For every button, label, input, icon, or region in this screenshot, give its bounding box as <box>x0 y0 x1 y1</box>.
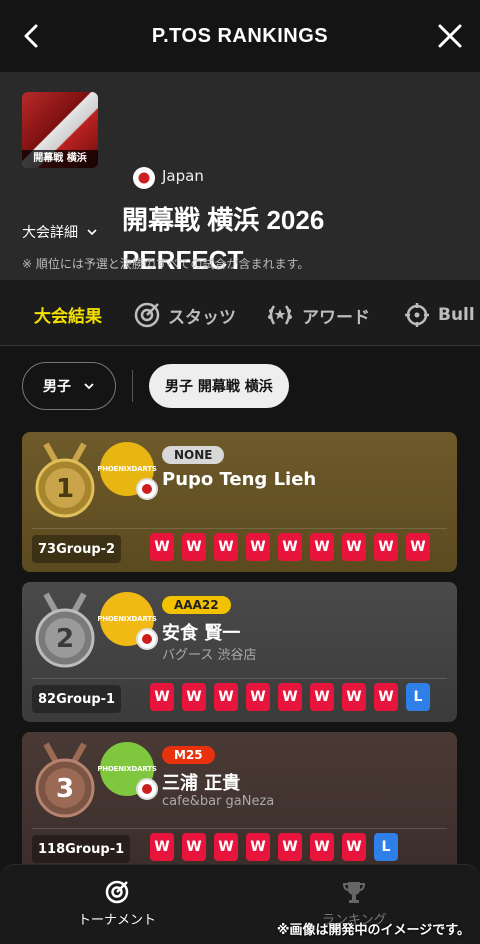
bottom-nav: トーナメント ランキング ※画像は開発中のイメージです。 <box>0 864 480 944</box>
card-divider <box>32 678 447 679</box>
thumbnail-caption: 開幕戦 横浜 <box>22 150 98 168</box>
filter-row: 男子 男子 開幕戦 横浜 <box>22 362 289 410</box>
result-win: W <box>342 683 366 711</box>
gender-dropdown[interactable]: 男子 <box>22 362 116 410</box>
shop-name: cafe&bar gaNeza <box>162 794 275 809</box>
result-loss: L <box>406 683 430 711</box>
page-title: P.TOS RANKINGS <box>151 24 329 47</box>
result-win: W <box>182 683 206 711</box>
shop-logo: PHOENIXDARTS <box>97 742 158 800</box>
trophy-icon <box>343 882 366 903</box>
gold-medal-icon: 1 <box>35 442 95 518</box>
top-bar: P.TOS RANKINGS <box>0 0 480 72</box>
ranking-card[interactable]: 3 PHOENIXDARTS M25 三浦 正貴 cafe&bar gaNeza… <box>22 732 457 872</box>
player-name: Pupo Teng Lieh <box>162 469 317 490</box>
result-win: W <box>278 683 302 711</box>
filter-divider <box>132 370 133 402</box>
result-win: W <box>342 533 366 561</box>
details-label: 大会詳細 <box>22 225 78 241</box>
result-win: W <box>278 533 302 561</box>
country-label: Japan <box>162 167 204 185</box>
japan-flag-icon <box>136 628 158 650</box>
medal-rank: 1 <box>56 474 74 504</box>
result-win: W <box>310 533 334 561</box>
target-icon <box>134 302 160 328</box>
result-win: W <box>310 833 334 861</box>
class-badge: M25 <box>162 746 215 764</box>
crosshair-icon <box>405 303 429 327</box>
result-win: W <box>310 683 334 711</box>
result-win: W <box>374 683 398 711</box>
class-badge: AAA22 <box>162 596 231 614</box>
tab-awards[interactable]: アワード <box>266 302 370 328</box>
result-loss: L <box>374 833 398 861</box>
ranking-card[interactable]: 2 PHOENIXDARTS AAA22 安食 賢一 バグース 渋谷店 82Gr… <box>22 582 457 722</box>
ranking-card[interactable]: 1 PHOENIXDARTS NONE Pupo Teng Lieh 73Gro… <box>22 432 457 572</box>
shop-logo: PHOENIXDARTS <box>97 592 158 650</box>
player-name: 安食 賢一 <box>162 623 241 644</box>
logo-text: PHOENIXDARTS <box>97 615 157 623</box>
japan-flag-icon <box>133 167 155 189</box>
player-name: 三浦 正貴 <box>162 773 241 794</box>
class-badge: NONE <box>162 446 225 464</box>
shop-name: バグース 渋谷店 <box>162 648 257 663</box>
event-thumbnail: 開幕戦 横浜 <box>22 92 98 168</box>
close-icon[interactable] <box>436 22 464 50</box>
result-win: W <box>246 833 270 861</box>
group-label: 118Group-1 <box>32 835 131 863</box>
result-win: W <box>182 833 206 861</box>
chevron-left-icon[interactable] <box>18 22 46 50</box>
match-results: W W W W W W W W W <box>150 533 430 561</box>
card-divider <box>32 528 447 529</box>
tab-stats-label: スタッツ <box>168 307 236 328</box>
result-win: W <box>246 683 270 711</box>
result-win: W <box>150 533 174 561</box>
tab-bull-label: Bull <box>438 305 475 325</box>
result-win: W <box>214 833 238 861</box>
development-notice: ※画像は開発中のイメージです。 <box>276 923 470 938</box>
card-divider <box>32 828 447 829</box>
tab-bar: 大会結果 スタッツ アワード Bull <box>0 280 480 346</box>
result-win: W <box>150 833 174 861</box>
result-win: W <box>214 533 238 561</box>
tab-results-label: 大会結果 <box>34 307 102 327</box>
medal-rank: 2 <box>56 624 74 654</box>
tournament-details-toggle[interactable]: 大会詳細 <box>22 222 98 242</box>
match-results: W W W W W W W L <box>150 833 398 861</box>
match-results: W W W W W W W W L <box>150 683 430 711</box>
laurel-icon <box>268 305 292 325</box>
bronze-medal-icon: 3 <box>35 742 95 818</box>
result-win: W <box>246 533 270 561</box>
event-header: 開幕戦 横浜 Japan 開幕戦 横浜 2026 PERFECT <box>0 72 480 280</box>
result-win: W <box>278 833 302 861</box>
result-win: W <box>406 533 430 561</box>
result-win: W <box>182 533 206 561</box>
result-win: W <box>342 833 366 861</box>
logo-text: PHOENIXDARTS <box>97 465 157 473</box>
logo-text: PHOENIXDARTS <box>97 765 157 773</box>
tab-bull[interactable]: Bull <box>404 302 475 328</box>
result-win: W <box>214 683 238 711</box>
japan-flag-icon <box>136 778 158 800</box>
silver-medal-icon: 2 <box>35 592 95 668</box>
chevron-down-icon <box>84 383 94 390</box>
group-label: 82Group-1 <box>32 685 122 713</box>
shop-logo: PHOENIXDARTS <box>97 442 158 500</box>
event-title-line1: 開幕戦 横浜 2026 <box>122 205 325 235</box>
division-chip[interactable]: 男子 開幕戦 横浜 <box>149 364 289 408</box>
group-label: 73Group-2 <box>32 535 122 563</box>
chevron-down-icon <box>87 229 97 236</box>
result-win: W <box>374 533 398 561</box>
tab-stats[interactable]: スタッツ <box>134 302 236 328</box>
gender-dropdown-label: 男子 <box>43 379 71 395</box>
nav-tournament[interactable]: トーナメント <box>78 879 156 928</box>
medal-rank: 3 <box>56 774 74 804</box>
tab-results[interactable]: 大会結果 <box>34 302 102 327</box>
result-win: W <box>150 683 174 711</box>
ranking-note: ※ 順位には予選と決勝のすべての試合が含まれます。 <box>22 257 310 271</box>
tab-awards-label: アワード <box>302 307 370 328</box>
nav-tournament-label: トーナメント <box>78 913 157 928</box>
japan-flag-icon <box>136 478 158 500</box>
target-icon <box>105 880 129 904</box>
